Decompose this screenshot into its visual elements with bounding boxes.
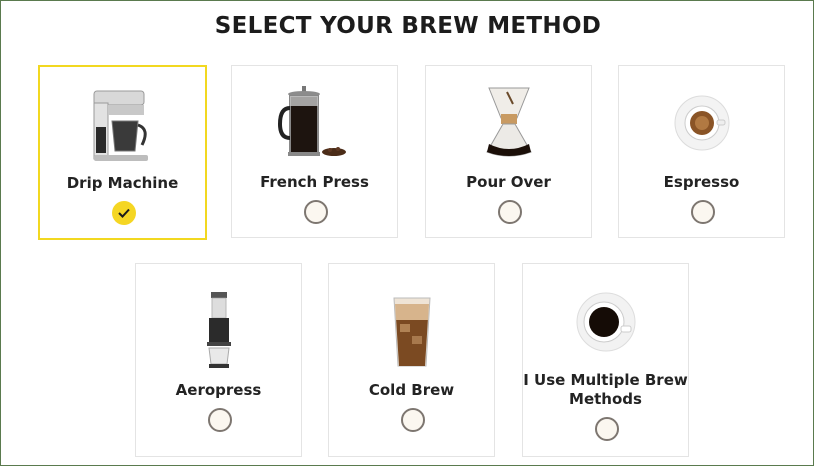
option-label: Aeropress [175, 381, 262, 399]
option-card-french-press[interactable]: French Press [231, 65, 398, 238]
option-label: Drip Machine [66, 174, 179, 192]
option-radio[interactable] [498, 200, 522, 224]
option-label: Pour Over [466, 173, 551, 191]
coffee-cup-top-view-icon [523, 292, 688, 374]
espresso-cup-icon [619, 94, 784, 176]
option-label: French Press [260, 173, 369, 191]
option-label: Espresso [663, 173, 740, 191]
option-radio[interactable] [208, 408, 232, 432]
option-card-cold-brew[interactable]: Cold Brew [328, 263, 495, 457]
french-press-icon [232, 84, 397, 166]
option-radio[interactable] [691, 200, 715, 224]
option-radio[interactable] [595, 417, 619, 441]
option-radio-checked[interactable] [112, 201, 136, 225]
option-card-drip-machine[interactable]: Drip Machine [38, 65, 207, 240]
aeropress-icon [136, 290, 301, 372]
pour-over-icon [426, 84, 591, 166]
option-radio[interactable] [304, 200, 328, 224]
option-label: Cold Brew [368, 381, 455, 399]
page-title: SELECT YOUR BREW METHOD [214, 13, 602, 39]
cold-brew-glass-icon [329, 294, 494, 376]
option-label: I Use Multiple Brew Methods [523, 371, 688, 408]
option-card-multiple-methods[interactable]: I Use Multiple Brew Methods [522, 263, 689, 457]
option-radio[interactable] [401, 408, 425, 432]
option-card-pour-over[interactable]: Pour Over [425, 65, 592, 238]
option-card-espresso[interactable]: Espresso [618, 65, 785, 238]
option-card-aeropress[interactable]: Aeropress [135, 263, 302, 457]
brew-method-panel: SELECT YOUR BREW METHOD Drip Machine Fre… [0, 0, 814, 466]
checkmark-icon [118, 208, 130, 218]
drip-machine-icon [40, 87, 205, 169]
